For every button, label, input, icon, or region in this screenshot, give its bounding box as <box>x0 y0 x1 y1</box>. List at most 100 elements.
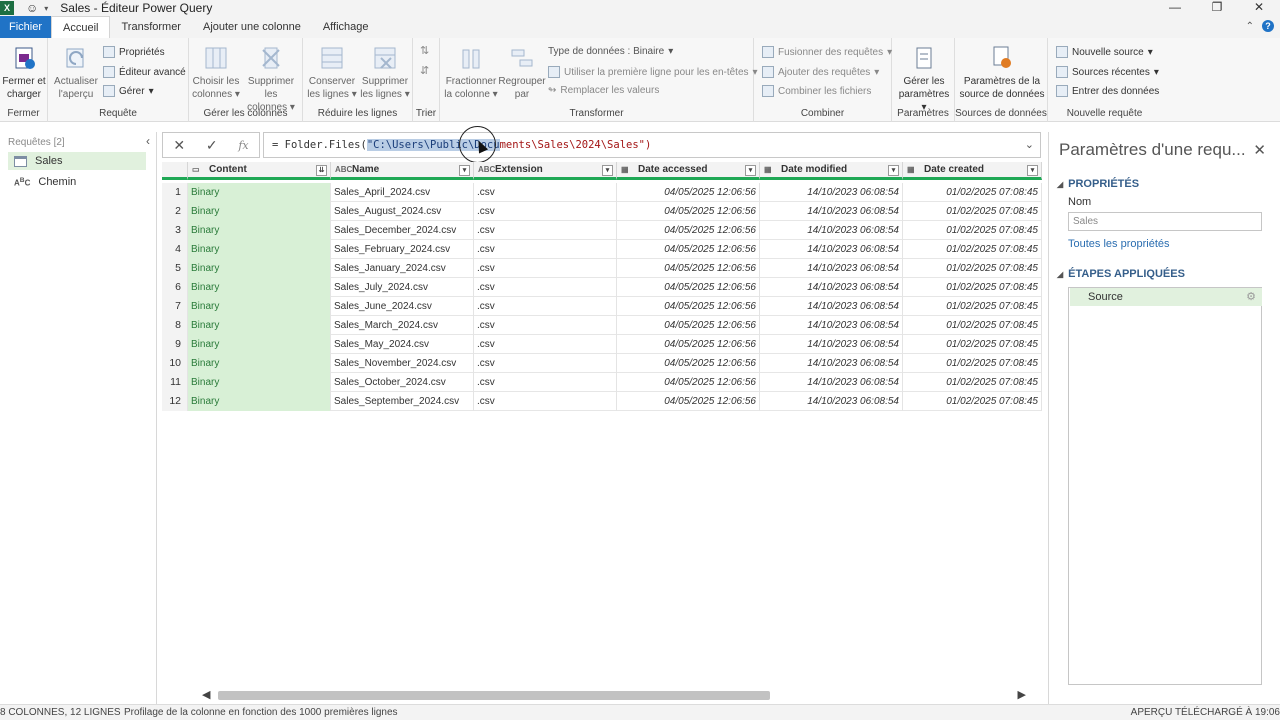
column-header-name[interactable]: ABC Name ▾ <box>331 162 474 180</box>
cell-content[interactable]: Binary <box>188 183 331 202</box>
properties-button[interactable]: Propriétés <box>103 46 165 58</box>
row-number[interactable]: 1 <box>162 183 188 202</box>
cell-date-created[interactable]: 01/02/2025 07:08:45 <box>903 316 1042 335</box>
cell-date-accessed[interactable]: 04/05/2025 12:06:56 <box>617 259 760 278</box>
scroll-right-icon[interactable]: ▶ <box>1018 688 1026 701</box>
cell-date-created[interactable]: 01/02/2025 07:08:45 <box>903 240 1042 259</box>
grid-corner-table-icon[interactable] <box>162 162 188 180</box>
horizontal-scrollbar[interactable]: ◀ ▶ <box>200 689 1032 702</box>
cell-date-accessed[interactable]: 04/05/2025 12:06:56 <box>617 240 760 259</box>
replace-values-button[interactable]: ↬ Remplacer les valeurs <box>548 85 659 96</box>
cell-date-accessed[interactable]: 04/05/2025 12:06:56 <box>617 316 760 335</box>
tab-affichage[interactable]: Affichage <box>312 16 380 38</box>
table-row[interactable]: 8 Binary Sales_March_2024.csv .csv 04/05/202… <box>162 316 1042 335</box>
cell-date-created[interactable]: 01/02/2025 07:08:45 <box>903 183 1042 202</box>
row-number[interactable]: 7 <box>162 297 188 316</box>
cell-date-accessed[interactable]: 04/05/2025 12:06:56 <box>617 221 760 240</box>
status-profiling[interactable]: Profilage de la colonne en fonction des … <box>124 705 398 720</box>
help-icon[interactable]: ? <box>1262 20 1274 32</box>
cell-name[interactable]: Sales_April_2024.csv <box>331 183 474 202</box>
row-number[interactable]: 4 <box>162 240 188 259</box>
cell-extension[interactable]: .csv <box>474 392 617 411</box>
cell-date-accessed[interactable]: 04/05/2025 12:06:56 <box>617 354 760 373</box>
collapse-queries-icon[interactable]: ‹ <box>146 134 150 148</box>
expand-binary-icon[interactable]: ⇊ <box>316 165 327 176</box>
expand-formula-icon[interactable]: ⌄ <box>1025 133 1034 157</box>
cell-date-modified[interactable]: 14/10/2023 06:08:54 <box>760 297 903 316</box>
cell-date-created[interactable]: 01/02/2025 07:08:45 <box>903 221 1042 240</box>
cell-date-created[interactable]: 01/02/2025 07:08:45 <box>903 278 1042 297</box>
tab-ajouter-colonne[interactable]: Ajouter une colonne <box>192 16 312 38</box>
table-row[interactable]: 12 Binary Sales_September_2024.csv .csv 04/0… <box>162 392 1042 411</box>
cell-date-modified[interactable]: 14/10/2023 06:08:54 <box>760 221 903 240</box>
cell-content[interactable]: Binary <box>188 278 331 297</box>
manage-parameters-button[interactable]: Gérer les paramètres ▾ <box>896 44 952 114</box>
cell-content[interactable]: Binary <box>188 240 331 259</box>
row-number[interactable]: 2 <box>162 202 188 221</box>
row-number[interactable]: 5 <box>162 259 188 278</box>
cell-date-created[interactable]: 01/02/2025 07:08:45 <box>903 297 1042 316</box>
step-settings-gear-icon[interactable]: ⚙ <box>1246 288 1256 306</box>
cell-date-modified[interactable]: 14/10/2023 06:08:54 <box>760 183 903 202</box>
combine-files-button[interactable]: Combiner les fichiers <box>762 85 871 97</box>
cell-extension[interactable]: .csv <box>474 240 617 259</box>
data-type-dropdown[interactable]: Type de données : Binaire ▾ <box>548 46 673 57</box>
cell-extension[interactable]: .csv <box>474 297 617 316</box>
cell-name[interactable]: Sales_January_2024.csv <box>331 259 474 278</box>
cell-date-modified[interactable]: 14/10/2023 06:08:54 <box>760 202 903 221</box>
table-row[interactable]: 1 Binary Sales_April_2024.csv .csv 04/05/202… <box>162 183 1042 202</box>
refresh-preview-button[interactable]: Actualiser l'aperçu <box>54 44 98 101</box>
cell-date-accessed[interactable]: 04/05/2025 12:06:56 <box>617 183 760 202</box>
fx-icon[interactable]: fx <box>238 139 248 152</box>
cell-date-accessed[interactable]: 04/05/2025 12:06:56 <box>617 392 760 411</box>
row-number[interactable]: 3 <box>162 221 188 240</box>
row-number[interactable]: 9 <box>162 335 188 354</box>
minimize-button[interactable]: — <box>1154 0 1196 16</box>
cell-name[interactable]: Sales_June_2024.csv <box>331 297 474 316</box>
all-properties-link[interactable]: Toutes les propriétés <box>1068 238 1170 250</box>
applied-steps-section[interactable]: ◢ ÉTAPES APPLIQUÉES <box>1057 268 1185 280</box>
remove-rows-button[interactable]: Supprimer les lignes ▾ <box>359 44 411 101</box>
row-number[interactable]: 8 <box>162 316 188 335</box>
cell-extension[interactable]: .csv <box>474 335 617 354</box>
advanced-editor-button[interactable]: Éditeur avancé <box>103 66 186 78</box>
close-and-load-button[interactable]: Fermer et charger <box>2 44 46 101</box>
query-name-input[interactable]: Sales <box>1068 212 1262 231</box>
properties-section[interactable]: ◢ PROPRIÉTÉS <box>1057 178 1139 190</box>
column-header-extension[interactable]: ABC Extension ▾ <box>474 162 617 180</box>
column-header-date-modified[interactable]: ▦ Date modified ▾ <box>760 162 903 180</box>
scrollbar-thumb[interactable] <box>218 691 770 700</box>
cell-date-modified[interactable]: 14/10/2023 06:08:54 <box>760 240 903 259</box>
data-source-settings-button[interactable]: Paramètres de la source de données <box>959 44 1045 101</box>
cell-date-accessed[interactable]: 04/05/2025 12:06:56 <box>617 297 760 316</box>
group-by-button[interactable]: Regrouper par <box>498 44 546 101</box>
cell-date-created[interactable]: 01/02/2025 07:08:45 <box>903 392 1042 411</box>
cell-content[interactable]: Binary <box>188 259 331 278</box>
sort-descending-icon[interactable]: ⇵ <box>420 64 429 77</box>
keep-rows-button[interactable]: Conserver les lignes ▾ <box>307 44 357 101</box>
cell-date-modified[interactable]: 14/10/2023 06:08:54 <box>760 373 903 392</box>
commit-formula-icon[interactable]: ✓ <box>206 137 218 154</box>
cell-name[interactable]: Sales_October_2024.csv <box>331 373 474 392</box>
remove-columns-button[interactable]: Supprimer les colonnes ▾ <box>241 44 301 114</box>
use-first-row-headers-button[interactable]: Utiliser la première ligne pour les en-t… <box>548 66 758 78</box>
cell-date-modified[interactable]: 14/10/2023 06:08:54 <box>760 335 903 354</box>
tab-transformer[interactable]: Transformer <box>110 16 192 38</box>
cell-date-accessed[interactable]: 04/05/2025 12:06:56 <box>617 335 760 354</box>
choose-columns-button[interactable]: Choisir les colonnes ▾ <box>191 44 241 101</box>
cell-date-created[interactable]: 01/02/2025 07:08:45 <box>903 335 1042 354</box>
table-row[interactable]: 5 Binary Sales_January_2024.csv .csv 04/05/2… <box>162 259 1042 278</box>
cell-extension[interactable]: .csv <box>474 221 617 240</box>
cell-extension[interactable]: .csv <box>474 278 617 297</box>
row-number[interactable]: 11 <box>162 373 188 392</box>
cell-date-created[interactable]: 01/02/2025 07:08:45 <box>903 373 1042 392</box>
cell-date-created[interactable]: 01/02/2025 07:08:45 <box>903 354 1042 373</box>
cell-date-modified[interactable]: 14/10/2023 06:08:54 <box>760 354 903 373</box>
table-row[interactable]: 9 Binary Sales_May_2024.csv .csv 04/05/2025 … <box>162 335 1042 354</box>
filter-dropdown-icon[interactable]: ▾ <box>602 165 613 176</box>
cell-name[interactable]: Sales_March_2024.csv <box>331 316 474 335</box>
cell-name[interactable]: Sales_February_2024.csv <box>331 240 474 259</box>
split-column-button[interactable]: Fractionner la colonne ▾ <box>444 44 498 101</box>
cell-name[interactable]: Sales_September_2024.csv <box>331 392 474 411</box>
filter-dropdown-icon[interactable]: ▾ <box>745 165 756 176</box>
